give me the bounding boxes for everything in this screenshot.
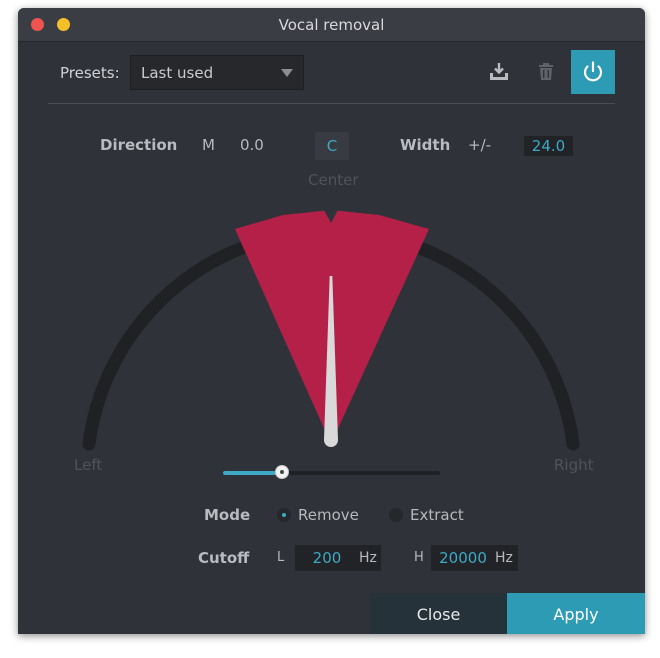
mode-extract-label[interactable]: Extract [410, 506, 464, 524]
close-button[interactable]: Close [370, 593, 507, 634]
cutoff-high-letter: H [414, 550, 424, 565]
cutoff-low-field[interactable]: 200 Hz [295, 545, 381, 571]
cutoff-low-unit: Hz [359, 550, 377, 566]
cutoff-low-value: 200 [312, 549, 342, 567]
cutoff-label: Cutoff [198, 549, 250, 567]
direction-dial[interactable] [18, 8, 645, 634]
dial-right-label: Right [554, 456, 594, 474]
cutoff-low-letter: L [277, 550, 285, 565]
balance-slider-track[interactable] [223, 471, 440, 475]
mode-remove-label[interactable]: Remove [298, 506, 359, 524]
dial-left-label: Left [74, 456, 103, 474]
mode-label: Mode [204, 506, 251, 524]
balance-slider-thumb[interactable] [275, 465, 289, 479]
cutoff-high-unit: Hz [495, 550, 513, 566]
balance-slider-fill [223, 471, 282, 475]
cutoff-high-field[interactable]: 20000 Hz [431, 545, 518, 571]
mode-extract-radio[interactable] [389, 508, 403, 522]
vocal-removal-window: Vocal removal Presets: Last used Directi… [18, 8, 645, 634]
mode-remove-radio[interactable] [277, 508, 291, 522]
cutoff-high-value: 20000 [439, 549, 487, 567]
apply-button[interactable]: Apply [507, 593, 645, 634]
